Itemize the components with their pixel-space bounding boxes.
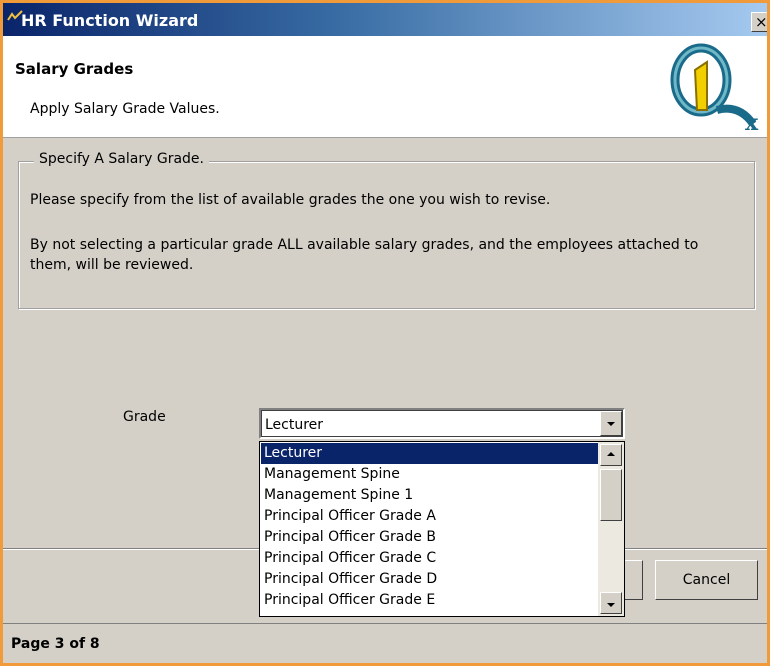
scroll-down-button[interactable] (600, 592, 622, 614)
scroll-up-button[interactable] (600, 444, 622, 466)
close-button[interactable]: × (751, 12, 767, 32)
grade-option[interactable]: Principal Officer Grade A (261, 506, 598, 527)
chevron-down-icon (607, 422, 615, 426)
page-subtitle: Apply Salary Grade Values. (30, 101, 220, 117)
grade-label: Grade (123, 409, 166, 425)
grade-options: Lecturer Management Spine Management Spi… (261, 443, 598, 611)
scroll-thumb[interactable] (600, 469, 622, 521)
chevron-down-icon (607, 603, 615, 607)
salary-grade-group: Specify A Salary Grade. Please specify f… (18, 151, 755, 309)
dropdown-button[interactable] (600, 411, 622, 436)
grade-option[interactable]: Principal Officer Grade B (261, 527, 598, 548)
grade-option[interactable]: Management Spine (261, 464, 598, 485)
note-text: By not selecting a particular grade ALL … (30, 237, 699, 273)
grade-option[interactable]: Principal Officer Grade C (261, 548, 598, 569)
title-bar[interactable]: HR Function Wizard × (3, 3, 767, 36)
list-scrollbar[interactable] (598, 442, 624, 616)
grade-option[interactable]: Principal Officer Grade E (261, 590, 598, 611)
grade-option[interactable]: Lecturer (261, 443, 598, 464)
svg-text:x: x (745, 110, 759, 136)
q-logo-icon: x (670, 43, 759, 136)
instruction-text: Please specify from the list of availabl… (30, 192, 551, 208)
chevron-up-icon (607, 452, 615, 456)
grade-option[interactable]: Management Spine 1 (261, 485, 598, 506)
grade-select[interactable]: Lecturer (259, 408, 625, 439)
wizard-window: HR Function Wizard × Salary Grades Apply… (3, 3, 767, 663)
wizard-header: Salary Grades Apply Salary Grade Values.… (3, 36, 767, 138)
window-title: HR Function Wizard (21, 11, 199, 30)
status-bar: Page 3 of 8 (3, 623, 767, 663)
cancel-button[interactable]: Cancel (655, 560, 758, 600)
grade-dropdown-list[interactable]: Lecturer Management Spine Management Spi… (259, 441, 625, 617)
grade-option[interactable]: Principal Officer Grade D (261, 569, 598, 590)
page-title: Salary Grades (15, 60, 134, 78)
page-indicator: Page 3 of 8 (11, 636, 100, 652)
grade-selected-value: Lecturer (265, 417, 324, 433)
group-legend: Specify A Salary Grade. (34, 151, 209, 167)
